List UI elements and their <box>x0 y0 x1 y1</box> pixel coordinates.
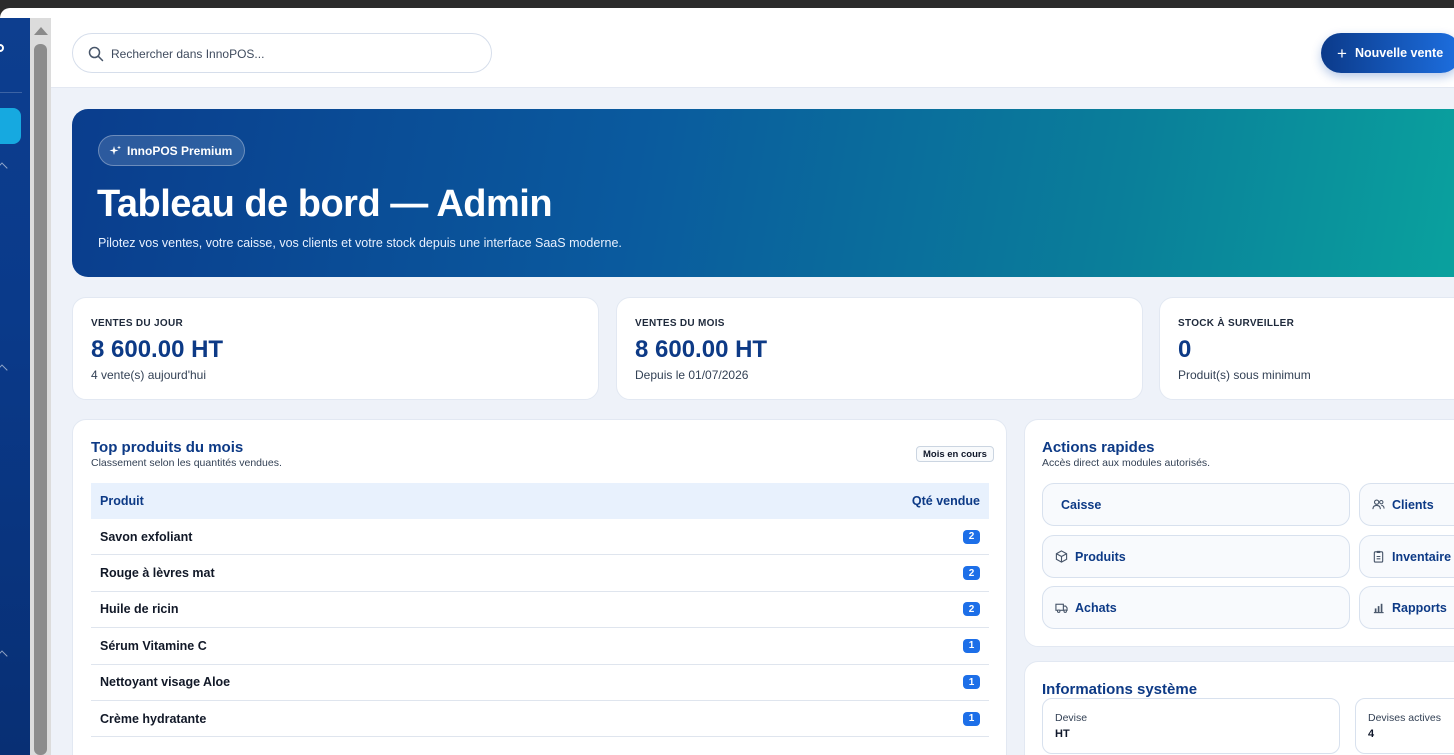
period-tag[interactable]: Mois en cours <box>916 446 994 462</box>
kpi-label: VENTES DU JOUR <box>91 318 183 329</box>
kpi-value: 8 600.00 HT <box>635 336 768 363</box>
qty-badge: 1 <box>963 638 980 653</box>
kpi-label: STOCK À SURVEILLER <box>1178 318 1295 329</box>
table-row[interactable]: Sérum Vitamine C 1 <box>91 628 989 665</box>
kpi-subtext: Produit(s) sous minimum <box>1178 368 1311 382</box>
product-name: Nettoyant visage Aloe <box>100 675 231 690</box>
info-key: Devise <box>1055 712 1088 724</box>
info-box-active-currencies: Devises actives 4 <box>1355 698 1454 754</box>
qty-badge: 2 <box>963 602 980 617</box>
column-header-qty[interactable]: Qté vendue <box>912 494 980 508</box>
scrollbar-thumb[interactable] <box>34 44 47 755</box>
quick-actions-title: Actions rapides <box>1042 439 1155 456</box>
table-row[interactable]: Huile de ricin 2 <box>91 592 989 629</box>
qty-badge: 1 <box>963 675 980 690</box>
info-value: 4 <box>1368 728 1375 740</box>
action-label: Inventaire <box>1392 549 1452 564</box>
truck-icon <box>1055 603 1068 613</box>
sidebar-chevron-icon[interactable] <box>0 162 8 174</box>
quick-actions-description: Accès direct aux modules autorisés. <box>1042 457 1211 469</box>
table-row[interactable]: Rouge à lèvres mat 2 <box>91 555 989 592</box>
info-box-currency: Devise HT <box>1042 698 1340 754</box>
kpi-value: 0 <box>1178 336 1192 363</box>
quick-actions-card: Actions rapides Accès direct aux modules… <box>1024 419 1454 647</box>
clipboard-icon <box>1373 550 1384 563</box>
action-rapports-button[interactable]: Rapports <box>1359 586 1454 629</box>
kpi-value: 8 600.00 HT <box>91 336 224 363</box>
top-header: + Nouvelle vente <box>51 18 1454 88</box>
action-label: Produits <box>1075 549 1126 564</box>
box-icon <box>1055 550 1068 563</box>
info-value: HT <box>1055 728 1070 740</box>
kpi-label: VENTES DU MOIS <box>635 318 725 329</box>
premium-badge-label: InnoPOS Premium <box>127 143 233 158</box>
search-icon <box>88 46 104 62</box>
sidebar-chevron-icon[interactable] <box>0 650 8 662</box>
action-clients-button[interactable]: Clients <box>1359 483 1454 526</box>
kpi-subtext: 4 vente(s) aujourd'hui <box>91 368 207 382</box>
sidebar-divider <box>0 92 22 93</box>
sidebar-item-active[interactable] <box>0 108 21 144</box>
action-label: Clients <box>1392 497 1434 512</box>
top-products-card: Top produits du mois Classement selon le… <box>72 419 1007 755</box>
kpi-card-daily-sales: VENTES DU JOUR 8 600.00 HT 4 vente(s) au… <box>72 297 599 400</box>
sparkles-icon <box>109 145 121 155</box>
search-input[interactable] <box>111 43 471 65</box>
product-name: Savon exfoliant <box>100 529 193 544</box>
action-caisse-button[interactable]: Caisse <box>1042 483 1350 526</box>
column-header-product[interactable]: Produit <box>100 494 144 508</box>
scroll-up-arrow-icon[interactable] <box>34 27 48 35</box>
top-products-title: Top produits du mois <box>91 439 244 456</box>
kpi-card-stock-watch: STOCK À SURVEILLER 0 Produit(s) sous min… <box>1159 297 1454 400</box>
qty-badge: 2 <box>963 529 980 544</box>
product-name: Crème hydratante <box>100 711 207 726</box>
page-subtitle: Pilotez vos ventes, votre caisse, vos cl… <box>98 236 622 250</box>
product-name: Sérum Vitamine C <box>100 638 207 653</box>
table-row[interactable]: Savon exfoliant 2 <box>91 519 989 556</box>
kpi-subtext: Depuis le 01/07/2026 <box>635 368 749 382</box>
new-sale-label: Nouvelle vente <box>1354 46 1444 60</box>
plus-icon: + <box>1337 43 1347 63</box>
new-sale-button[interactable]: + Nouvelle vente <box>1321 33 1454 73</box>
search-bar[interactable] <box>72 33 492 73</box>
action-inventaire-button[interactable]: Inventaire <box>1359 535 1454 578</box>
top-products-description: Classement selon les quantités vendues. <box>91 457 282 469</box>
action-produits-button[interactable]: Produits <box>1042 535 1350 578</box>
sidebar <box>0 18 30 755</box>
info-key: Devises actives <box>1368 712 1441 724</box>
action-label: Caisse <box>1061 497 1102 512</box>
action-label: Achats <box>1075 600 1117 615</box>
table-header: Produit Qté vendue <box>91 483 989 519</box>
browser-top-strip <box>0 0 1454 18</box>
sidebar-logo-icon <box>0 44 4 52</box>
premium-badge: InnoPOS Premium <box>98 135 246 166</box>
product-name: Huile de ricin <box>100 602 179 617</box>
table-row[interactable]: Nettoyant visage Aloe 1 <box>91 665 989 701</box>
system-info-card: Informations système Devise HT Devises a… <box>1024 661 1454 755</box>
users-icon <box>1372 499 1385 510</box>
table-row[interactable]: Crème hydratante 1 <box>91 701 989 738</box>
qty-badge: 2 <box>963 566 980 581</box>
action-achats-button[interactable]: Achats <box>1042 586 1350 629</box>
bar-chart-icon <box>1373 603 1384 614</box>
sidebar-chevron-icon[interactable] <box>0 364 8 376</box>
kpi-card-monthly-sales: VENTES DU MOIS 8 600.00 HT Depuis le 01/… <box>616 297 1143 400</box>
top-products-table: Produit Qté vendue Savon exfoliant 2 Rou… <box>91 483 989 738</box>
action-label: Rapports <box>1392 600 1447 615</box>
hero-banner: InnoPOS Premium Tableau de bord — Admin … <box>72 109 1454 277</box>
product-name: Rouge à lèvres mat <box>100 566 215 581</box>
system-info-title: Informations système <box>1042 681 1198 698</box>
page-title: Tableau de bord — Admin <box>97 183 553 225</box>
qty-badge: 1 <box>963 711 980 726</box>
